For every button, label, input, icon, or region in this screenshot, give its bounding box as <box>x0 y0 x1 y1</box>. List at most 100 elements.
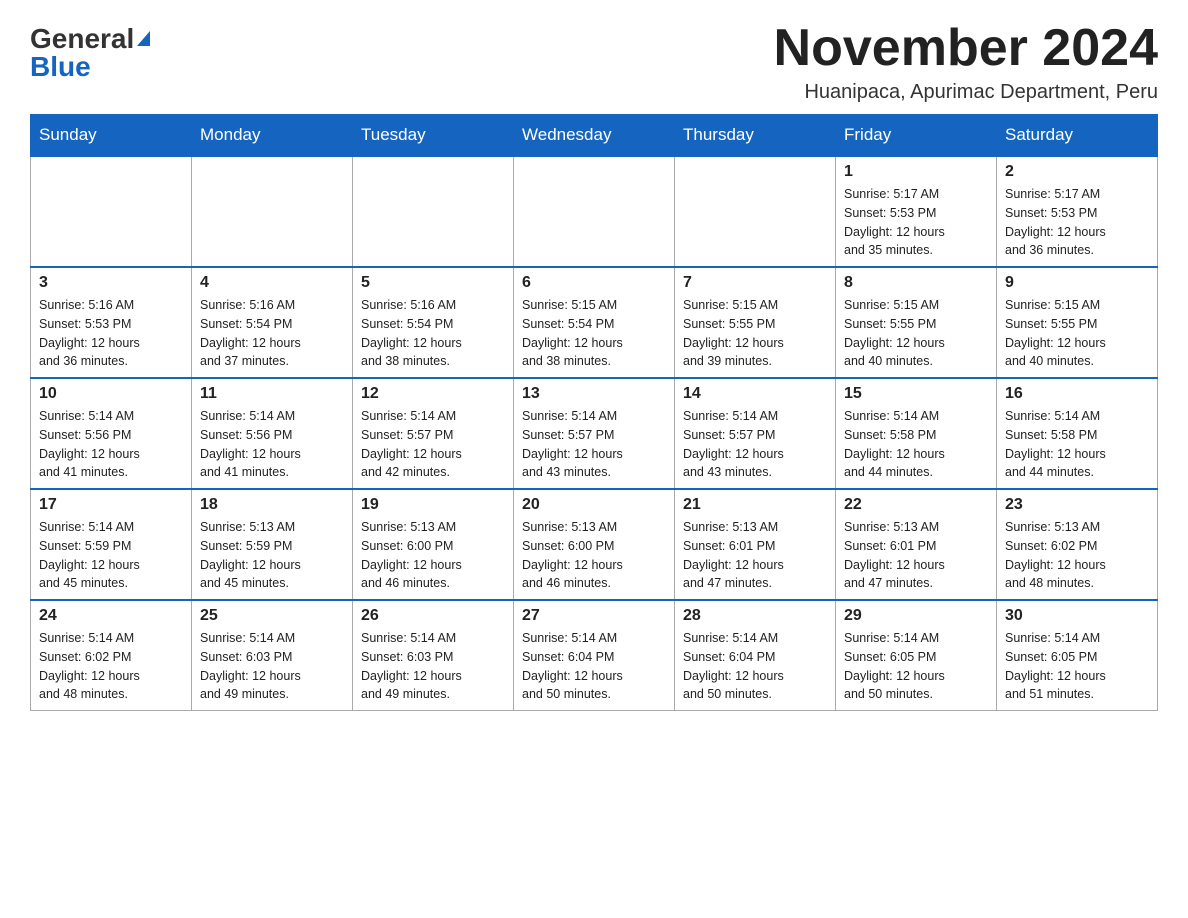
day-number: 22 <box>844 496 988 514</box>
calendar-cell: 25 Sunrise: 5:14 AM Sunset: 6:03 PM Dayli… <box>192 600 353 711</box>
day-info: Sunrise: 5:13 AM Sunset: 6:00 PM Dayligh… <box>522 518 666 593</box>
day-number: 26 <box>361 607 505 625</box>
calendar-cell <box>192 156 353 267</box>
day-number: 20 <box>522 496 666 514</box>
day-number: 3 <box>39 274 183 292</box>
day-info: Sunrise: 5:17 AM Sunset: 5:53 PM Dayligh… <box>1005 185 1149 260</box>
calendar-cell: 11 Sunrise: 5:14 AM Sunset: 5:56 PM Dayli… <box>192 378 353 489</box>
day-info: Sunrise: 5:14 AM Sunset: 6:03 PM Dayligh… <box>200 629 344 704</box>
day-number: 17 <box>39 496 183 514</box>
day-info: Sunrise: 5:14 AM Sunset: 5:59 PM Dayligh… <box>39 518 183 593</box>
calendar-week-1: 1 Sunrise: 5:17 AM Sunset: 5:53 PM Daylig… <box>31 156 1158 267</box>
calendar-cell: 5 Sunrise: 5:16 AM Sunset: 5:54 PM Daylig… <box>353 267 514 378</box>
day-info: Sunrise: 5:15 AM Sunset: 5:54 PM Dayligh… <box>522 296 666 371</box>
calendar-cell: 13Sunrise: 5:14 AM Sunset: 5:57 PM Dayli… <box>514 378 675 489</box>
day-number: 7 <box>683 274 827 292</box>
calendar-cell: 24 Sunrise: 5:14 AM Sunset: 6:02 PM Dayli… <box>31 600 192 711</box>
day-number: 5 <box>361 274 505 292</box>
page-title: November 2024 <box>774 20 1158 77</box>
calendar-week-2: 3 Sunrise: 5:16 AM Sunset: 5:53 PM Daylig… <box>31 267 1158 378</box>
calendar-week-5: 24 Sunrise: 5:14 AM Sunset: 6:02 PM Dayli… <box>31 600 1158 711</box>
day-number: 13 <box>522 385 666 403</box>
calendar-cell: 18Sunrise: 5:13 AM Sunset: 5:59 PM Dayli… <box>192 489 353 600</box>
calendar-header-tuesday: Tuesday <box>353 115 514 157</box>
day-number: 8 <box>844 274 988 292</box>
calendar-cell: 14 Sunrise: 5:14 AM Sunset: 5:57 PM Dayli… <box>675 378 836 489</box>
calendar-header-monday: Monday <box>192 115 353 157</box>
day-info: Sunrise: 5:16 AM Sunset: 5:54 PM Dayligh… <box>200 296 344 371</box>
day-info: Sunrise: 5:14 AM Sunset: 5:57 PM Dayligh… <box>683 407 827 482</box>
calendar-cell: 7Sunrise: 5:15 AM Sunset: 5:55 PM Daylig… <box>675 267 836 378</box>
calendar-week-3: 10 Sunrise: 5:14 AM Sunset: 5:56 PM Dayli… <box>31 378 1158 489</box>
day-number: 1 <box>844 163 988 181</box>
day-number: 23 <box>1005 496 1149 514</box>
calendar-cell: 23 Sunrise: 5:13 AM Sunset: 6:02 PM Dayli… <box>997 489 1158 600</box>
calendar-cell: 29 Sunrise: 5:14 AM Sunset: 6:05 PM Dayli… <box>836 600 997 711</box>
day-number: 29 <box>844 607 988 625</box>
calendar-cell: 3 Sunrise: 5:16 AM Sunset: 5:53 PM Daylig… <box>31 267 192 378</box>
day-number: 9 <box>1005 274 1149 292</box>
calendar-cell <box>353 156 514 267</box>
day-info: Sunrise: 5:13 AM Sunset: 6:00 PM Dayligh… <box>361 518 505 593</box>
day-info: Sunrise: 5:14 AM Sunset: 5:56 PM Dayligh… <box>39 407 183 482</box>
day-info: Sunrise: 5:14 AM Sunset: 6:05 PM Dayligh… <box>844 629 988 704</box>
day-number: 28 <box>683 607 827 625</box>
day-number: 4 <box>200 274 344 292</box>
calendar-cell: 9 Sunrise: 5:15 AM Sunset: 5:55 PM Daylig… <box>997 267 1158 378</box>
calendar-cell: 12 Sunrise: 5:14 AM Sunset: 5:57 PM Dayli… <box>353 378 514 489</box>
calendar-cell: 20 Sunrise: 5:13 AM Sunset: 6:00 PM Dayli… <box>514 489 675 600</box>
calendar-cell: 28 Sunrise: 5:14 AM Sunset: 6:04 PM Dayli… <box>675 600 836 711</box>
day-info: Sunrise: 5:13 AM Sunset: 6:01 PM Dayligh… <box>844 518 988 593</box>
day-number: 14 <box>683 385 827 403</box>
calendar-cell: 4 Sunrise: 5:16 AM Sunset: 5:54 PM Daylig… <box>192 267 353 378</box>
calendar-header-wednesday: Wednesday <box>514 115 675 157</box>
day-number: 2 <box>1005 163 1149 181</box>
day-info: Sunrise: 5:14 AM Sunset: 6:04 PM Dayligh… <box>683 629 827 704</box>
day-number: 25 <box>200 607 344 625</box>
day-number: 21 <box>683 496 827 514</box>
calendar-cell: 6Sunrise: 5:15 AM Sunset: 5:54 PM Daylig… <box>514 267 675 378</box>
day-info: Sunrise: 5:15 AM Sunset: 5:55 PM Dayligh… <box>1005 296 1149 371</box>
day-info: Sunrise: 5:14 AM Sunset: 5:58 PM Dayligh… <box>844 407 988 482</box>
day-number: 12 <box>361 385 505 403</box>
day-info: Sunrise: 5:13 AM Sunset: 6:02 PM Dayligh… <box>1005 518 1149 593</box>
day-info: Sunrise: 5:14 AM Sunset: 5:56 PM Dayligh… <box>200 407 344 482</box>
calendar-cell: 15Sunrise: 5:14 AM Sunset: 5:58 PM Dayli… <box>836 378 997 489</box>
calendar-week-4: 17 Sunrise: 5:14 AM Sunset: 5:59 PM Dayli… <box>31 489 1158 600</box>
calendar-cell <box>675 156 836 267</box>
calendar-cell <box>514 156 675 267</box>
calendar-cell: 21Sunrise: 5:13 AM Sunset: 6:01 PM Dayli… <box>675 489 836 600</box>
day-info: Sunrise: 5:14 AM Sunset: 5:58 PM Dayligh… <box>1005 407 1149 482</box>
day-info: Sunrise: 5:16 AM Sunset: 5:53 PM Dayligh… <box>39 296 183 371</box>
day-info: Sunrise: 5:14 AM Sunset: 6:02 PM Dayligh… <box>39 629 183 704</box>
calendar-cell: 1 Sunrise: 5:17 AM Sunset: 5:53 PM Daylig… <box>836 156 997 267</box>
day-info: Sunrise: 5:14 AM Sunset: 6:04 PM Dayligh… <box>522 629 666 704</box>
calendar-cell: 26Sunrise: 5:14 AM Sunset: 6:03 PM Dayli… <box>353 600 514 711</box>
day-number: 11 <box>200 385 344 403</box>
day-number: 30 <box>1005 607 1149 625</box>
day-number: 10 <box>39 385 183 403</box>
day-info: Sunrise: 5:15 AM Sunset: 5:55 PM Dayligh… <box>844 296 988 371</box>
logo: General Blue <box>30 20 150 81</box>
calendar-cell <box>31 156 192 267</box>
calendar-cell: 19Sunrise: 5:13 AM Sunset: 6:00 PM Dayli… <box>353 489 514 600</box>
day-info: Sunrise: 5:17 AM Sunset: 5:53 PM Dayligh… <box>844 185 988 260</box>
calendar-cell: 16 Sunrise: 5:14 AM Sunset: 5:58 PM Dayli… <box>997 378 1158 489</box>
page-header: General Blue November 2024 Huanipaca, Ap… <box>30 20 1158 104</box>
day-info: Sunrise: 5:14 AM Sunset: 6:05 PM Dayligh… <box>1005 629 1149 704</box>
logo-general: General <box>30 25 134 53</box>
calendar-cell: 8 Sunrise: 5:15 AM Sunset: 5:55 PM Daylig… <box>836 267 997 378</box>
day-info: Sunrise: 5:13 AM Sunset: 5:59 PM Dayligh… <box>200 518 344 593</box>
page-location: Huanipaca, Apurimac Department, Peru <box>774 81 1158 104</box>
day-info: Sunrise: 5:16 AM Sunset: 5:54 PM Dayligh… <box>361 296 505 371</box>
calendar-header-saturday: Saturday <box>997 115 1158 157</box>
calendar-cell: 30 Sunrise: 5:14 AM Sunset: 6:05 PM Dayli… <box>997 600 1158 711</box>
day-number: 24 <box>39 607 183 625</box>
calendar-header-row: SundayMondayTuesdayWednesdayThursdayFrid… <box>31 115 1158 157</box>
day-info: Sunrise: 5:14 AM Sunset: 5:57 PM Dayligh… <box>361 407 505 482</box>
day-number: 16 <box>1005 385 1149 403</box>
calendar-cell: 2 Sunrise: 5:17 AM Sunset: 5:53 PM Daylig… <box>997 156 1158 267</box>
calendar-cell: 27Sunrise: 5:14 AM Sunset: 6:04 PM Dayli… <box>514 600 675 711</box>
calendar-cell: 22 Sunrise: 5:13 AM Sunset: 6:01 PM Dayli… <box>836 489 997 600</box>
calendar-header-sunday: Sunday <box>31 115 192 157</box>
